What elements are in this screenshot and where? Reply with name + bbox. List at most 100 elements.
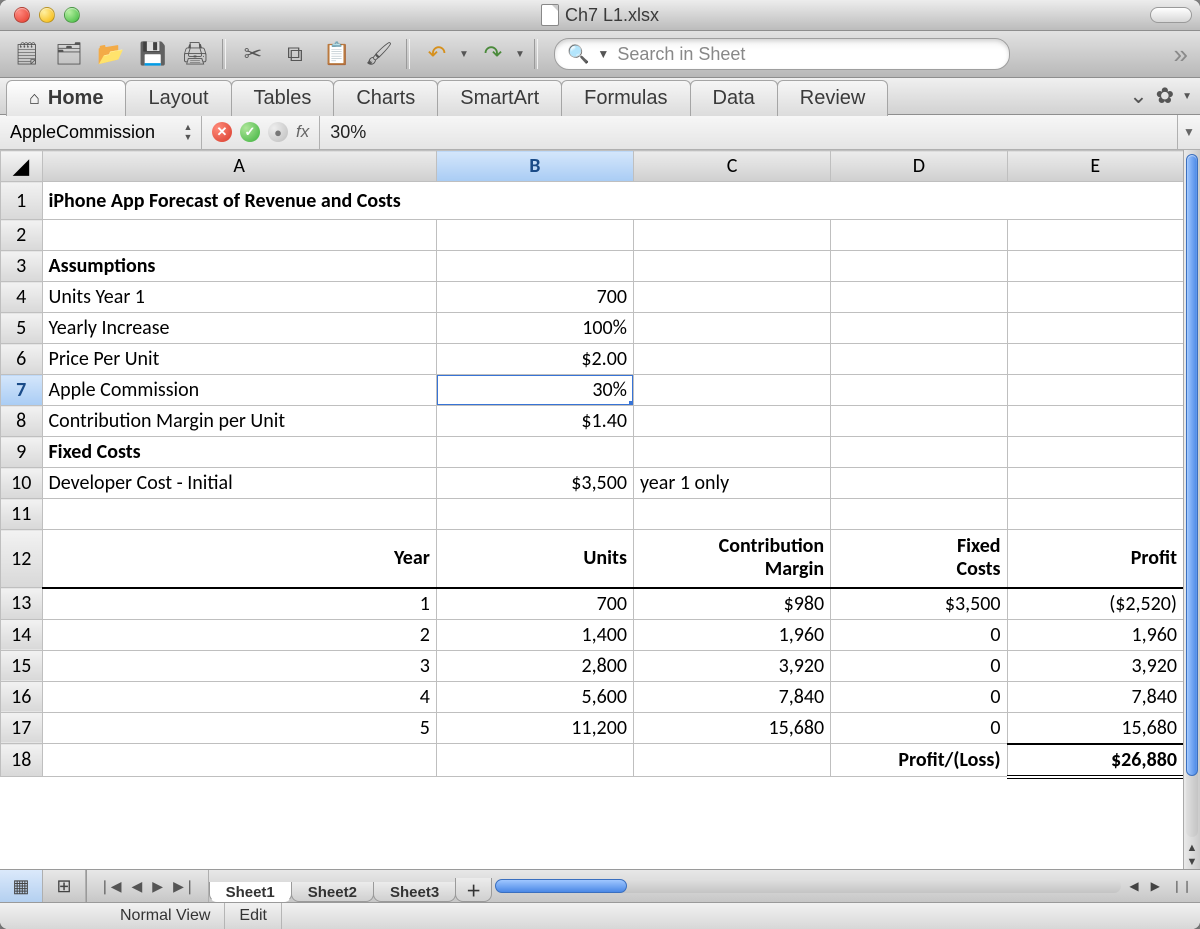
redo-button[interactable]: ↷	[474, 36, 512, 72]
row-header-12[interactable]: 12	[1, 530, 43, 588]
cell-B5[interactable]: 100%	[436, 313, 633, 344]
formula-builder-button[interactable]: ●	[268, 122, 288, 142]
cell-D3[interactable]	[831, 251, 1007, 282]
row-header-18[interactable]: 18	[1, 744, 43, 777]
column-header-A[interactable]: A	[42, 151, 436, 182]
cell-E3[interactable]	[1007, 251, 1183, 282]
row-header-17[interactable]: 17	[1, 712, 43, 744]
row-header-10[interactable]: 10	[1, 468, 43, 499]
name-box-stepper[interactable]: ▲▼	[181, 121, 195, 143]
cell-A3[interactable]: Assumptions	[42, 251, 436, 282]
cell-D4[interactable]	[831, 282, 1007, 313]
cell-E13[interactable]: ($2,520)	[1007, 588, 1183, 620]
cell-D9[interactable]	[831, 437, 1007, 468]
cell-A11[interactable]	[42, 499, 436, 530]
cell-C7[interactable]	[633, 375, 830, 406]
undo-button[interactable]: ↶	[418, 36, 456, 72]
cell-B10[interactable]: $3,500	[436, 468, 633, 499]
cell-E18[interactable]: $26,880	[1007, 744, 1183, 777]
cell-C12[interactable]: ContributionMargin	[633, 530, 830, 588]
cell-C8[interactable]	[633, 406, 830, 437]
cell-A2[interactable]	[42, 220, 436, 251]
cell-D17[interactable]: 0	[831, 712, 1007, 744]
cell-D2[interactable]	[831, 220, 1007, 251]
row-header-1[interactable]: 1	[1, 182, 43, 220]
cell-A5[interactable]: Yearly Increase	[42, 313, 436, 344]
row-header-14[interactable]: 14	[1, 619, 43, 650]
last-sheet-button[interactable]: ▶❘	[169, 878, 200, 895]
settings-gear-icon[interactable]: ✿	[1156, 83, 1174, 109]
ribbon-tab-charts[interactable]: Charts	[333, 80, 438, 116]
row-header-2[interactable]: 2	[1, 220, 43, 251]
cell-A15[interactable]: 3	[42, 650, 436, 681]
cell-E4[interactable]	[1007, 282, 1183, 313]
next-sheet-button[interactable]: ▶	[148, 878, 167, 895]
scroll-down-button[interactable]: ▼	[1187, 855, 1198, 869]
ribbon-tab-layout[interactable]: Layout	[125, 80, 231, 116]
cell-A18[interactable]	[42, 744, 436, 777]
cell-E15[interactable]: 3,920	[1007, 650, 1183, 681]
cell-A1[interactable]: iPhone App Forecast of Revenue and Costs	[42, 182, 1184, 220]
cell-C11[interactable]	[633, 499, 830, 530]
save-button[interactable]: 💾	[134, 36, 172, 72]
cell-C3[interactable]	[633, 251, 830, 282]
cell-B6[interactable]: $2.00	[436, 344, 633, 375]
cell-E6[interactable]	[1007, 344, 1183, 375]
cell-E7[interactable]	[1007, 375, 1183, 406]
toolbar-overflow-button[interactable]: »	[1170, 39, 1192, 70]
cell-E9[interactable]	[1007, 437, 1183, 468]
cell-A6[interactable]: Price Per Unit	[42, 344, 436, 375]
settings-menu-button[interactable]: ▼	[1182, 91, 1192, 102]
cell-B16[interactable]: 5,600	[436, 681, 633, 712]
scroll-up-button[interactable]: ▲	[1187, 841, 1198, 855]
cell-C9[interactable]	[633, 437, 830, 468]
cell-C4[interactable]	[633, 282, 830, 313]
column-header-C[interactable]: C	[633, 151, 830, 182]
cancel-formula-button[interactable]: ✕	[212, 122, 232, 142]
cell-D14[interactable]: 0	[831, 619, 1007, 650]
cell-A9[interactable]: Fixed Costs	[42, 437, 436, 468]
cell-E5[interactable]	[1007, 313, 1183, 344]
toolbar-toggle-button[interactable]	[1150, 7, 1192, 23]
formula-input[interactable]: 30%	[320, 122, 1177, 143]
column-header-B[interactable]: B	[436, 151, 633, 182]
cell-C16[interactable]: 7,840	[633, 681, 830, 712]
redo-history-button[interactable]: ▼	[514, 49, 526, 60]
cell-B7[interactable]: 30%	[436, 375, 633, 406]
row-header-15[interactable]: 15	[1, 650, 43, 681]
cell-D8[interactable]	[831, 406, 1007, 437]
vertical-scrollbar[interactable]: ▲ ▼	[1183, 150, 1200, 869]
templates-button[interactable]: 🗂	[50, 36, 88, 72]
cell-D13[interactable]: $3,500	[831, 588, 1007, 620]
ribbon-tab-formulas[interactable]: Formulas	[561, 80, 690, 116]
cell-E8[interactable]	[1007, 406, 1183, 437]
cell-C10[interactable]: year 1 only	[633, 468, 830, 499]
sheet-tab-3[interactable]: Sheet3	[373, 882, 456, 902]
cell-D5[interactable]	[831, 313, 1007, 344]
cell-C14[interactable]: 1,960	[633, 619, 830, 650]
paste-button[interactable]: 📋	[318, 36, 356, 72]
cell-A17[interactable]: 5	[42, 712, 436, 744]
cell-D18[interactable]: Profit/(Loss)	[831, 744, 1007, 777]
sheet-tab-2[interactable]: Sheet2	[291, 882, 374, 902]
cell-A13[interactable]: 1	[42, 588, 436, 620]
close-window-button[interactable]	[14, 7, 30, 23]
normal-view-button[interactable]: ▦	[0, 870, 43, 902]
row-header-3[interactable]: 3	[1, 251, 43, 282]
cell-D11[interactable]	[831, 499, 1007, 530]
cell-C2[interactable]	[633, 220, 830, 251]
zoom-window-button[interactable]	[64, 7, 80, 23]
scroll-right-button[interactable]: ▶	[1147, 879, 1164, 893]
ribbon-tab-data[interactable]: Data	[690, 80, 778, 116]
row-header-16[interactable]: 16	[1, 681, 43, 712]
cut-button[interactable]: ✂︎	[234, 36, 272, 72]
format-painter-button[interactable]: 🖌	[360, 36, 398, 72]
new-workbook-button[interactable]: 🗒	[8, 36, 46, 72]
copy-button[interactable]: ⧉	[276, 36, 314, 72]
split-handle[interactable]: ❘❘	[1168, 879, 1196, 893]
cell-E17[interactable]: 15,680	[1007, 712, 1183, 744]
cell-C6[interactable]	[633, 344, 830, 375]
page-layout-view-button[interactable]: ⊞	[43, 870, 86, 902]
cell-B4[interactable]: 700	[436, 282, 633, 313]
open-button[interactable]: 📂	[92, 36, 130, 72]
